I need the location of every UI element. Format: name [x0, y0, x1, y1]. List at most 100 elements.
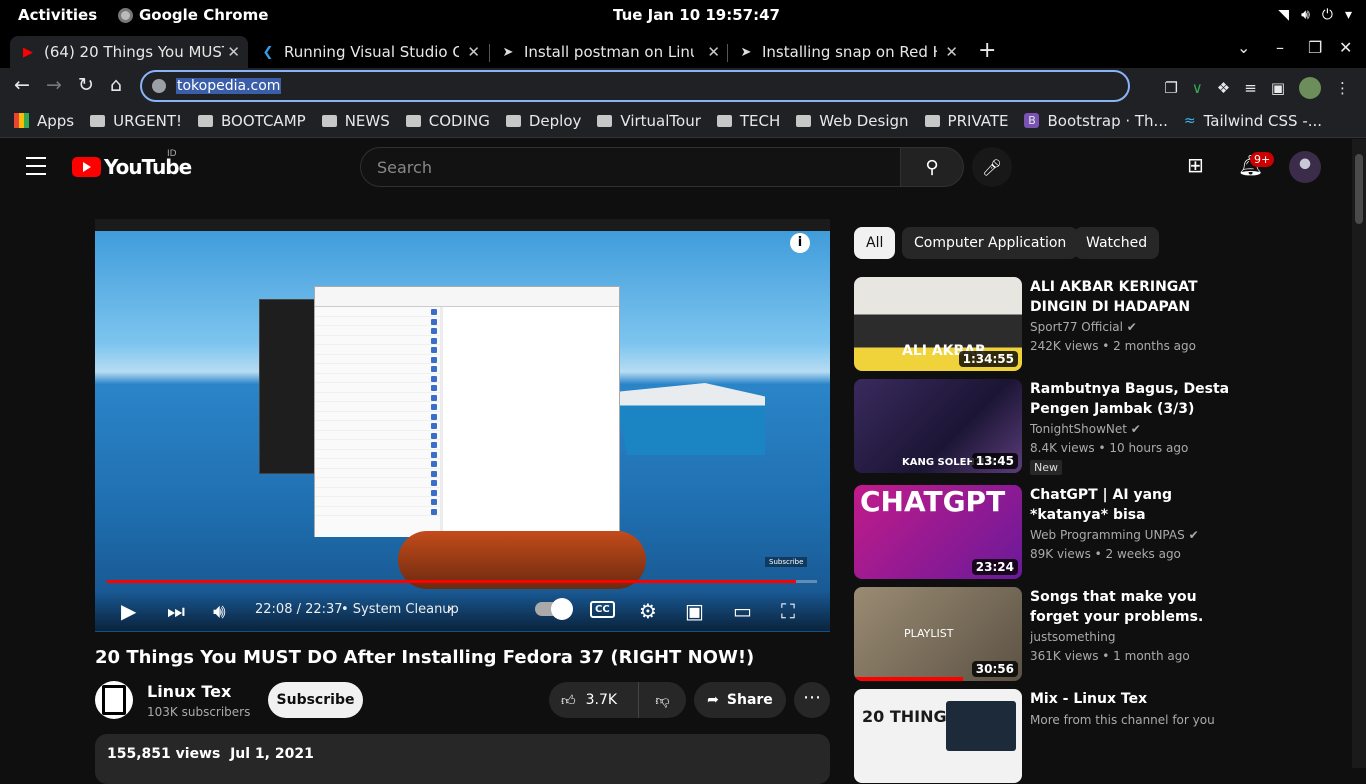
more-actions-icon[interactable]: ⋯: [794, 682, 830, 718]
bookmark-urgent[interactable]: URGENT!: [90, 112, 182, 130]
theater-mode-icon[interactable]: ▭: [733, 599, 752, 623]
description-box[interactable]: 155,851 views Jul 1, 2021: [95, 734, 830, 784]
search-input[interactable]: Search: [360, 147, 901, 187]
maximize-icon[interactable]: ❐: [1308, 38, 1322, 57]
voice-search-button[interactable]: 🎤︎: [972, 147, 1012, 187]
close-icon[interactable]: ✕: [945, 43, 958, 61]
channel-name[interactable]: Linux Tex: [147, 682, 231, 701]
chip-watched[interactable]: Watched: [1074, 227, 1160, 259]
suggestion-title[interactable]: Mix - Linux Tex: [1030, 689, 1234, 709]
chip-all[interactable]: All: [854, 227, 896, 259]
suggestion-title[interactable]: ALI AKBAR KERINGAT DINGIN DI HADAPAN MAM…: [1030, 277, 1234, 317]
volume-icon[interactable]: 🔊︎: [213, 599, 226, 623]
search-button[interactable]: ⚲: [900, 147, 964, 187]
bookmark-coding[interactable]: CODING: [405, 112, 490, 130]
system-tray[interactable]: ◥ 🔊︎ ⏻ ▾: [1278, 7, 1352, 23]
share-button[interactable]: ➦ Share: [694, 682, 786, 718]
channel-avatar[interactable]: [95, 681, 133, 719]
video-player[interactable]: i Subscribe ▶ ⏭︎ 🔊︎ 22:08 / 22:37 • Syst…: [95, 219, 830, 632]
tab-vscode[interactable]: ❮ Running Visual Studio Co ✕: [250, 36, 488, 68]
video-thumbnail[interactable]: ALI AKBAR 1:34:55: [854, 277, 1022, 371]
next-icon[interactable]: ⏭︎: [167, 599, 185, 623]
suggestion-title[interactable]: ChatGPT | AI yang *katanya* bisa MENGGAN…: [1030, 485, 1234, 525]
chip-computer-application[interactable]: Computer Application: [902, 227, 1079, 259]
menu-kebab-icon[interactable]: ⋮: [1335, 79, 1350, 97]
share-label: Share: [726, 692, 773, 708]
url-text[interactable]: tokopedia.com: [176, 78, 282, 94]
like-button[interactable]: 👍︎ 3.7K: [549, 682, 639, 718]
bookmark-bootcamp[interactable]: BOOTCAMP: [198, 112, 306, 130]
youtube-logo[interactable]: YouTube ID: [72, 149, 192, 179]
new-tab-button[interactable]: +: [978, 38, 996, 63]
captions-icon[interactable]: CC: [590, 601, 615, 618]
video-thumbnail[interactable]: PLAYLIST 30:56: [854, 587, 1022, 681]
home-icon[interactable]: ⌂: [110, 74, 122, 96]
bookmark-webdesign[interactable]: Web Design: [796, 112, 909, 130]
back-arrow-icon[interactable]: ←: [14, 74, 30, 96]
info-icon[interactable]: i: [790, 233, 810, 253]
bookmark-deploy[interactable]: Deploy: [505, 112, 581, 130]
forward-arrow-icon[interactable]: →: [46, 74, 62, 96]
subscribe-button[interactable]: Subscribe: [268, 682, 363, 718]
suggestion-title[interactable]: Rambutnya Bagus, Desta Pengen Jambak (3/…: [1030, 379, 1234, 419]
chevron-right-icon[interactable]: ›: [447, 601, 453, 617]
app-menu[interactable]: Google Chrome: [118, 6, 268, 24]
subscribe-watermark[interactable]: Subscribe: [765, 557, 808, 567]
progress-bar[interactable]: [107, 580, 817, 583]
suggestion-card[interactable]: PLAYLIST 30:56 Songs that make you forge…: [854, 587, 1234, 681]
clock[interactable]: Tue Jan 10 19:57:47: [613, 6, 780, 24]
bookmark-virtualtour[interactable]: VirtualTour: [597, 112, 701, 130]
bookmark-bootstrap[interactable]: B Bootstrap · Th...: [1024, 112, 1168, 130]
youtube-header: YouTube ID Search ⚲ 🎤︎ ⊞ 🔔︎ 9+: [0, 139, 1352, 195]
page-scrollbar[interactable]: [1352, 139, 1366, 768]
dislike-button[interactable]: 👎︎: [639, 692, 686, 709]
fullscreen-icon[interactable]: ⛶: [781, 599, 795, 623]
tab-search-chevron-icon[interactable]: ⌄: [1237, 38, 1250, 57]
wifi-icon: ◥: [1278, 7, 1290, 23]
close-icon[interactable]: ✕: [227, 43, 240, 61]
copy-extension-icon[interactable]: ❐: [1164, 79, 1177, 97]
folder-icon: [198, 114, 214, 127]
profile-avatar[interactable]: [1299, 77, 1321, 99]
scrollbar-thumb[interactable]: [1355, 154, 1363, 224]
bookmark-news[interactable]: NEWS: [321, 112, 390, 130]
close-icon[interactable]: ✕: [707, 43, 720, 61]
video-thumbnail[interactable]: CHATGPT 23:24: [854, 485, 1022, 579]
suggestion-title[interactable]: Songs that make you forget your problems…: [1030, 587, 1234, 627]
hamburger-menu-icon[interactable]: [26, 157, 46, 181]
sidepanel-icon[interactable]: ▣: [1271, 79, 1285, 97]
bookmark-tailwind[interactable]: ≈ Tailwind CSS -...: [1184, 112, 1322, 130]
vuejs-extension-icon[interactable]: ∨: [1192, 79, 1203, 97]
minimize-icon[interactable]: –: [1276, 38, 1284, 57]
address-bar[interactable]: tokopedia.com: [140, 70, 1130, 102]
bookmark-private[interactable]: PRIVATE: [924, 112, 1008, 130]
bookmark-label: URGENT!: [113, 111, 183, 130]
chapter-title[interactable]: • System Cleanup: [341, 602, 459, 617]
suggestion-card[interactable]: KANG SOLEH?!?! 13:45 Rambutnya Bagus, De…: [854, 379, 1234, 475]
video-thumbnail[interactable]: 20 THINGS: [854, 689, 1022, 783]
bookmark-apps[interactable]: Apps: [14, 112, 74, 130]
activities-button[interactable]: Activities: [18, 6, 97, 24]
play-icon[interactable]: ▶: [121, 599, 136, 623]
duration-badge: 30:56: [971, 661, 1018, 677]
extensions-puzzle-icon[interactable]: ❖: [1217, 79, 1230, 97]
suggestion-card[interactable]: ALI AKBAR 1:34:55 ALI AKBAR KERINGAT DIN…: [854, 277, 1234, 371]
close-icon[interactable]: ✕: [467, 43, 480, 61]
account-avatar[interactable]: [1289, 151, 1321, 183]
miniplayer-icon[interactable]: ▣: [685, 599, 704, 623]
bookmark-tech[interactable]: TECH: [716, 112, 780, 130]
suggestion-card[interactable]: CHATGPT 23:24 ChatGPT | AI yang *katanya…: [854, 485, 1234, 579]
tab-youtube[interactable]: ▶ (64) 20 Things You MUST D ✕: [10, 36, 248, 68]
site-info-icon[interactable]: [152, 79, 166, 93]
folder-icon: [597, 114, 613, 127]
video-thumbnail[interactable]: KANG SOLEH?!?! 13:45: [854, 379, 1022, 473]
window-close-icon[interactable]: ✕: [1339, 38, 1352, 57]
tab-snap[interactable]: ➤ Installing snap on Red Hat ✕: [728, 36, 966, 68]
suggestion-card[interactable]: 20 THINGS Mix - Linux Tex More from this…: [854, 689, 1234, 783]
tab-postman[interactable]: ➤ Install postman on Linux ✕: [490, 36, 728, 68]
autoplay-toggle[interactable]: [535, 598, 573, 620]
reload-icon[interactable]: ↻: [78, 74, 94, 96]
media-control-icon[interactable]: ≡: [1244, 79, 1257, 97]
settings-gear-icon[interactable]: ⚙︎: [639, 599, 657, 623]
create-video-icon[interactable]: ⊞: [1187, 153, 1204, 177]
